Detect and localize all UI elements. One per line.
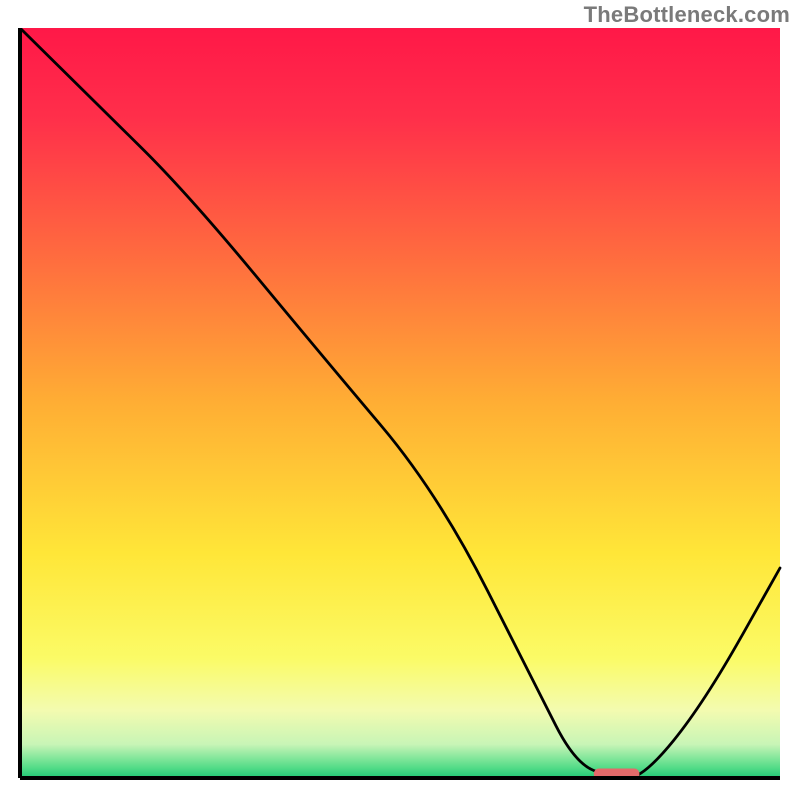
chart-svg bbox=[18, 28, 782, 782]
watermark-text: TheBottleneck.com bbox=[584, 2, 790, 28]
chart-root: TheBottleneck.com bbox=[0, 0, 800, 800]
plot-area bbox=[18, 28, 782, 782]
